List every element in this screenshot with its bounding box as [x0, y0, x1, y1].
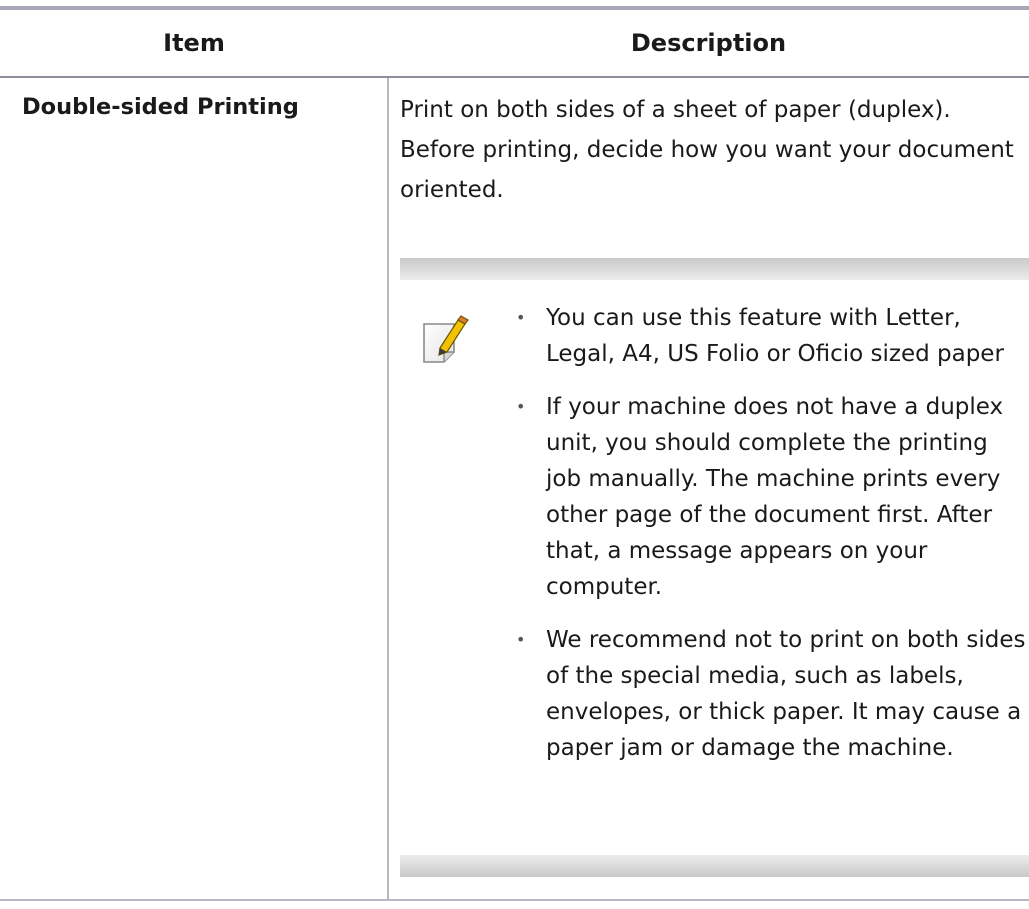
bullet-dot: • [516, 308, 526, 327]
column-divider [387, 78, 389, 900]
note-top-bar [400, 258, 1029, 280]
note-bullet-text: If your machine does not have a duplex u… [546, 394, 1004, 600]
note-bottom-bar [400, 855, 1029, 877]
note-bullet-2: • If your machine does not have a duplex… [512, 389, 1027, 605]
feature-table: Item Description Double-sided Printing P… [0, 0, 1029, 909]
bullet-dot: • [516, 630, 526, 649]
note-bullet-list: • You can use this feature with Letter, … [512, 300, 1027, 783]
table-row-description: Print on both sides of a sheet of paper … [400, 97, 1014, 203]
note-bullet-1: • You can use this feature with Letter, … [512, 300, 1027, 372]
note-box: • You can use this feature with Letter, … [400, 258, 1029, 880]
column-header-item: Item [163, 29, 225, 57]
table-header-row: Item Description [0, 10, 1029, 77]
note-pencil-icon [420, 314, 470, 366]
bullet-dot: • [516, 397, 526, 416]
column-header-description: Description [630, 29, 787, 57]
header-divider [0, 76, 1029, 78]
table-bottom-rule [0, 899, 1029, 901]
note-bullet-text: You can use this feature with Letter, Le… [546, 305, 1004, 367]
note-bullet-3: • We recommend not to print on both side… [512, 622, 1027, 766]
table-row-item-name: Double-sided Printing [22, 94, 299, 120]
note-bullet-text: We recommend not to print on both sides … [546, 627, 1026, 761]
